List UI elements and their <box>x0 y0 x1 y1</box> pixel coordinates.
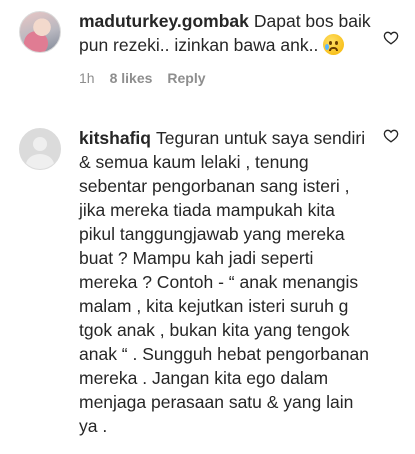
comment-item: kitshafiq Teguran untuk saya sendiri & se… <box>0 122 415 438</box>
comment-time: 1h <box>79 70 95 86</box>
comment-body: maduturkey.gombak Dapat bos baik pun reze… <box>79 9 401 122</box>
comment-username[interactable]: kitshafiq <box>79 128 151 148</box>
comment-meta: 1h 8 likes Reply <box>79 70 373 86</box>
heart-outline-icon[interactable] <box>383 30 399 46</box>
avatar[interactable] <box>19 128 61 170</box>
comment-text: Teguran untuk saya sendiri & semua kaum … <box>79 128 369 436</box>
crying-face-emoji-icon <box>323 34 345 55</box>
comment-likes[interactable]: 8 likes <box>110 70 153 86</box>
heart-outline-icon[interactable] <box>383 128 399 144</box>
comment-text-block: maduturkey.gombak Dapat bos baik pun reze… <box>79 9 373 57</box>
comment-text-block: kitshafiq Teguran untuk saya sendiri & se… <box>79 126 373 438</box>
comment-item: maduturkey.gombak Dapat bos baik pun reze… <box>0 0 415 122</box>
avatar[interactable] <box>19 11 61 53</box>
comment-username[interactable]: maduturkey.gombak <box>79 11 249 31</box>
comment-body: kitshafiq Teguran untuk saya sendiri & se… <box>79 126 401 438</box>
reply-button[interactable]: Reply <box>167 70 205 86</box>
